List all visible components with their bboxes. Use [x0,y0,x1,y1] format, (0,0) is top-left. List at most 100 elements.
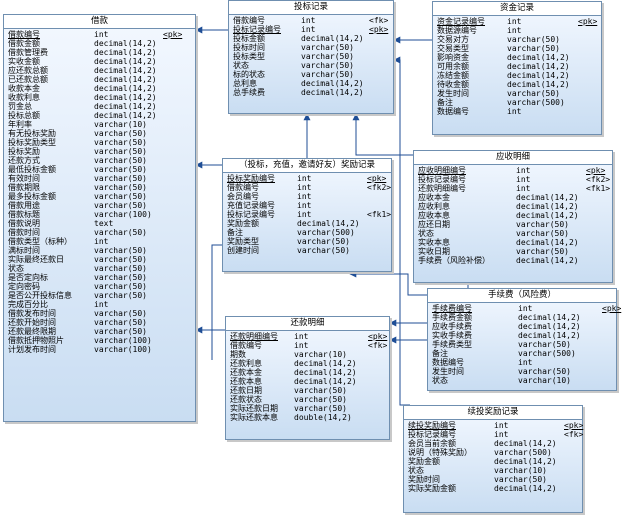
column-row: 完成百分比 int [8,300,192,309]
column-row: 冻结金额 decimal(14,2) [437,71,598,80]
column-name: 还款日期 [230,386,262,395]
column-name: 冻结金额 [437,71,469,80]
line-receivable-to-bid [352,113,413,156]
column-type: varchar(50) [94,273,147,282]
table-fee[interactable]: 手续费（风险费） 手续费编号 int <pk> 手续费金额 decimal(14,2) 应… [427,288,621,391]
column-name: 状态 [408,466,424,475]
column-type: decimal(14,2) [94,75,157,84]
column-row: 借款类型（标种） int [8,237,192,246]
column-row: 手续费金额 decimal(14,2) [432,313,613,322]
column-type: int [516,175,531,184]
column-type: varchar(50) [94,174,147,183]
column-row: 投标时间 varchar(50) [233,43,390,52]
column-type: varchar(50) [297,237,350,246]
table-repay[interactable]: 还款明细 还款明细编号 int <pk> 借款编号 int <fk> 期数 varchar(1… [225,316,390,440]
column-type: varchar(50) [301,70,354,79]
column-type: decimal(14,2) [94,66,157,75]
column-name: 最低投标金额 [8,165,56,174]
column-name: 应收本金 [418,193,450,202]
column-type: decimal(14,2) [94,111,157,120]
column-name: 还款明细编号 [418,184,466,193]
column-name: 借款期限 [8,183,40,192]
column-type: varchar(500) [297,228,355,237]
column-name: 投标记录编号 [227,210,275,219]
column-name: 还款开始时间 [8,318,56,327]
table-fee-title: 手续费（风险费） [428,289,616,303]
column-row: 投标总额 decimal(14,2) [8,111,192,120]
table-fund[interactable]: 资金记录 资金记录编号 int <pk> 数据源编号 int 交易对方 varchar(50… [432,1,602,135]
column-name: 还款方式 [8,156,40,165]
column-type: varchar(50) [94,264,147,273]
column-type: decimal(14,2) [301,34,364,43]
column-row: 还款本息 decimal(14,2) [230,377,386,386]
column-type: int [518,358,533,367]
column-name: 计划发布时间 [8,345,56,354]
column-row: 最低投标金额 varchar(50) [8,165,192,174]
column-type: varchar(50) [294,404,347,413]
column-name: 期数 [230,350,246,359]
column-name: 状态 [432,376,448,385]
column-name: 借款标题 [8,210,40,219]
column-key: <pk> [369,25,389,34]
column-name: 实收金额 [8,57,40,66]
column-row: 状态 varchar(50) [418,229,609,238]
column-name: 已还款总额 [8,75,48,84]
column-row: 实际最终还款日 varchar(50) [8,255,192,264]
column-row: 应还款总额 decimal(14,2) [8,66,192,75]
column-name: 借款发布时间 [8,309,56,318]
column-name: 发生时间 [432,367,464,376]
column-row: 还款明细编号 int <fk1> [418,184,611,193]
column-row: 实际还款本息 double(14,2) [230,413,386,422]
column-type: int [94,300,109,309]
column-row: 还款状态 varchar(50) [230,395,386,404]
column-name: 奖励时间 [408,475,440,484]
column-row: 奖励时间 varchar(50) [408,475,579,484]
column-name: 定向密码 [8,282,40,291]
column-type: varchar(50) [518,367,571,376]
column-row: 计划发布时间 varchar(100) [8,345,192,354]
column-row: 投标奖励类型 varchar(50) [8,138,192,147]
column-key: <pk> [578,17,598,26]
column-row: 已还款总额 decimal(14,2) [8,75,192,84]
table-renew[interactable]: 续投奖励记录 续投奖励编号 int <pk> 投标记录编号 int <fk> 会员当前余额 d… [403,405,583,513]
table-bid[interactable]: 投标记录 借款编号 int <fk> 投标记录编号 int <pk> 投标金额 decimal… [228,0,394,114]
column-type: decimal(14,2) [297,219,360,228]
column-row: 发生时间 varchar(50) [437,89,598,98]
table-loan-title: 借款 [4,15,195,29]
column-name: 是否定向标 [8,273,48,282]
column-name: 实际最终还款日 [8,255,64,264]
column-name: 还款本息 [230,377,262,386]
column-type: varchar(50) [518,340,571,349]
column-key: <fk1> [586,184,611,193]
table-reward[interactable]: （投标，充值，邀请好友）奖励记录 投标奖励编号 int <pk> 借款编号 int <fk… [222,158,392,272]
column-name: 实收本息 [418,238,450,247]
column-type: varchar(50) [301,43,354,52]
column-row: 满标时间 varchar(50) [8,246,192,255]
column-key: <pk> [586,166,606,175]
table-receivable-title: 应收明细 [414,151,612,165]
column-type: varchar(50) [94,282,147,291]
column-name: 投标记录编号 [408,430,456,439]
column-type: int [297,192,312,201]
column-name: 投标记录编号 [233,25,281,34]
column-name: 借款说明 [8,219,40,228]
column-name: 有无投标奖励 [8,129,56,138]
column-type: varchar(50) [301,61,354,70]
column-name: 借款用途 [8,201,40,210]
column-row: 手续费编号 int <pk> [432,304,621,313]
column-name: 备注 [432,349,448,358]
column-name: 影响资金 [437,53,469,62]
column-type: decimal(14,2) [301,79,364,88]
column-row: 期数 varchar(10) [230,350,386,359]
column-row: 奖励类型 varchar(50) [227,237,388,246]
column-name: 最多投标金额 [8,192,56,201]
column-name: 有效时间 [8,174,40,183]
column-row: 状态 varchar(10) [432,376,613,385]
column-key: <pk> [602,304,622,313]
column-row: 备注 varchar(500) [227,228,388,237]
column-type: varchar(50) [94,138,147,147]
column-name: 借款管理费 [8,48,48,57]
table-loan[interactable]: 借款 借款编号 int <pk> 借款金额 decimal(14,2) 借款管理费 deci… [3,14,196,422]
table-receivable[interactable]: 应收明细 应收明细编号 int <pk> 投标记录编号 int <fk2> 还款明细编号 in… [413,150,613,283]
column-name: 借款编号 [233,16,265,25]
